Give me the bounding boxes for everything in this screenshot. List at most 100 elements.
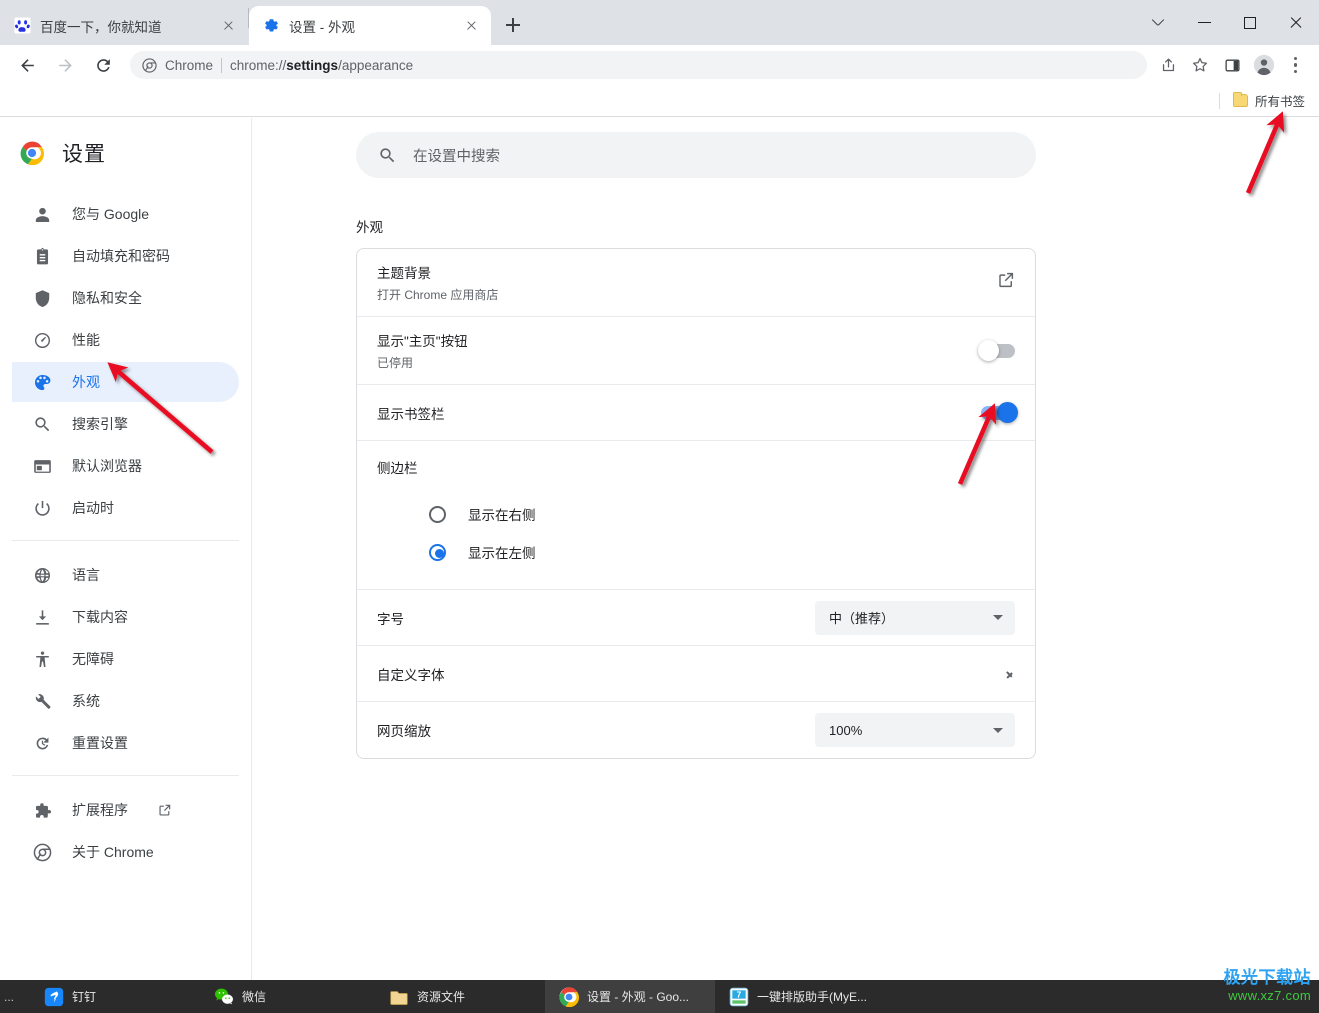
- sidebar-item-autofill-passwords[interactable]: 自动填充和密码: [12, 236, 239, 276]
- back-button[interactable]: [12, 50, 42, 80]
- row-title: 显示"主页"按钮: [377, 334, 468, 349]
- sidebar-item-system[interactable]: 系统: [12, 681, 239, 721]
- close-icon[interactable]: [462, 16, 481, 35]
- maximize-button[interactable]: [1227, 0, 1273, 45]
- side-panel-icon: [1224, 59, 1240, 71]
- sidebar-item-languages[interactable]: 语言: [12, 555, 239, 595]
- font-size-select[interactable]: 中（推荐）: [815, 600, 1015, 635]
- bookmark-button[interactable]: [1185, 50, 1215, 80]
- typesetting-helper-icon: 7: [729, 987, 749, 1007]
- row-show-home-button[interactable]: 显示"主页"按钮 已停用: [357, 317, 1035, 385]
- sidebar-group-primary: 您与 Google 自动填充和密码 隐私和安全 性能 外观 搜索引擎 默认浏览器…: [0, 194, 251, 528]
- address-bar[interactable]: Chrome chrome://settings/appearance: [130, 51, 1147, 79]
- taskbar-overflow[interactable]: ...: [0, 990, 30, 1004]
- taskbar-item-dingtalk[interactable]: 钉钉: [30, 980, 200, 1013]
- url-suffix: /appearance: [338, 57, 414, 73]
- chevron-right-icon[interactable]: [1006, 669, 1015, 678]
- row-subtitle: 已停用: [377, 356, 414, 370]
- profile-button[interactable]: [1249, 50, 1279, 80]
- dingtalk-icon: [44, 987, 64, 1007]
- home-button-toggle[interactable]: [978, 339, 1015, 361]
- folder-icon: [389, 987, 409, 1007]
- svg-text:7: 7: [737, 989, 742, 999]
- minimize-button[interactable]: [1181, 0, 1227, 45]
- radio-show-on-left[interactable]: 显示在左侧: [377, 533, 1015, 571]
- taskbar-item-wechat[interactable]: 微信: [200, 980, 375, 1013]
- page-zoom-select[interactable]: 100%: [815, 713, 1015, 747]
- sidebar-item-extensions[interactable]: 扩展程序: [12, 790, 239, 830]
- search-settings-box[interactable]: 在设置中搜索: [356, 132, 1036, 178]
- share-button[interactable]: [1153, 50, 1183, 80]
- external-link-icon: [158, 803, 172, 817]
- sidebar-item-default-browser[interactable]: 默认浏览器: [12, 446, 239, 486]
- row-subtitle: 打开 Chrome 应用商店: [377, 288, 499, 302]
- chrome-logo-icon: [559, 986, 579, 1007]
- sidebar-item-appearance[interactable]: 外观: [12, 362, 239, 402]
- sidebar-item-on-startup[interactable]: 启动时: [12, 488, 239, 528]
- tab-settings-appearance[interactable]: 设置 - 外观: [249, 6, 491, 45]
- omnibox-divider: [221, 57, 223, 73]
- sidebar-group-secondary: 语言 下载内容 无障碍 系统 重置设置: [0, 555, 251, 763]
- close-icon[interactable]: [219, 16, 238, 35]
- side-panel-group: 侧边栏 显示在右侧 显示在左侧: [357, 441, 1035, 590]
- new-tab-button[interactable]: [497, 9, 529, 41]
- sidebar-item-label: 性能: [72, 332, 100, 348]
- tab-strip: 百度一下，你就知道 设置 - 外观: [0, 0, 1319, 45]
- row-font-size[interactable]: 字号 中（推荐）: [357, 590, 1035, 646]
- sidebar-item-reset-settings[interactable]: 重置设置: [12, 723, 239, 763]
- page-title: 设置: [62, 143, 106, 166]
- row-title: 网页缩放: [377, 724, 431, 739]
- external-link-icon[interactable]: [997, 271, 1015, 294]
- row-customize-fonts[interactable]: 自定义字体: [357, 646, 1035, 702]
- row-title: 字号: [377, 611, 404, 627]
- sidebar-item-you-and-google[interactable]: 您与 Google: [12, 194, 239, 234]
- radio-show-on-right[interactable]: 显示在右侧: [377, 495, 1015, 533]
- row-page-zoom[interactable]: 网页缩放 100%: [357, 702, 1035, 758]
- taskbar-item-chrome[interactable]: 设置 - 外观 - Goo...: [545, 980, 715, 1013]
- sidebar-item-label: 自动填充和密码: [72, 248, 170, 264]
- download-icon: [32, 607, 52, 627]
- row-texts: 显示"主页"按钮 已停用: [377, 317, 468, 384]
- url-prefix: chrome://: [230, 57, 287, 73]
- sidebar-item-privacy-security[interactable]: 隐私和安全: [12, 278, 239, 318]
- sidebar-item-label: 无障碍: [72, 651, 114, 667]
- radio-label: 显示在右侧: [468, 508, 536, 523]
- sidebar-item-search-engine[interactable]: 搜索引擎: [12, 404, 239, 444]
- side-panel-button[interactable]: [1217, 50, 1247, 80]
- sidebar-item-label: 扩展程序: [72, 802, 128, 818]
- sidebar-item-about-chrome[interactable]: 关于 Chrome: [12, 832, 239, 872]
- settings-page: 设置 您与 Google 自动填充和密码 隐私和安全 性能 外观 搜索引擎 默认…: [0, 118, 1319, 980]
- bookmark-star-icon: [1192, 57, 1208, 72]
- tab-baidu[interactable]: 百度一下，你就知道: [0, 6, 248, 45]
- tab-title: 设置 - 外观: [289, 19, 355, 35]
- chrome-outline-icon: [32, 842, 52, 862]
- watermark-url: www.xz7.com: [1228, 988, 1311, 1003]
- row-show-bookmarks-bar[interactable]: 显示书签栏: [357, 385, 1035, 441]
- tab-search-button[interactable]: [1135, 0, 1181, 45]
- baidu-paw-icon: [13, 16, 32, 35]
- reload-icon: [96, 58, 110, 72]
- taskbar-item-label: 资源文件: [417, 990, 466, 1004]
- reload-button[interactable]: [88, 50, 118, 80]
- wrench-icon: [32, 691, 52, 711]
- close-window-button[interactable]: [1273, 0, 1319, 45]
- row-theme[interactable]: 主题背景 打开 Chrome 应用商店: [357, 249, 1035, 317]
- radio-button[interactable]: [429, 543, 446, 561]
- sidebar-item-accessibility[interactable]: 无障碍: [12, 639, 239, 679]
- taskbar-item-resource-files[interactable]: 资源文件: [375, 980, 545, 1013]
- sidebar-item-downloads[interactable]: 下载内容: [12, 597, 239, 637]
- forward-button[interactable]: [50, 50, 80, 80]
- bookmarks-bar-toggle[interactable]: [981, 401, 1018, 423]
- sidebar-divider-1: [12, 540, 239, 541]
- bookmarks-divider: [1218, 92, 1220, 109]
- row-texts: 主题背景 打开 Chrome 应用商店: [377, 249, 498, 316]
- power-icon: [32, 498, 52, 518]
- more-menu-button[interactable]: [1281, 50, 1311, 80]
- radio-button[interactable]: [429, 505, 446, 523]
- all-bookmarks-button[interactable]: 所有书签: [1227, 88, 1311, 113]
- taskbar-item-typesetting-helper[interactable]: 7 一键排版助手(MyE...: [715, 980, 905, 1013]
- sidebar-item-label: 启动时: [72, 500, 114, 516]
- sidebar-item-performance[interactable]: 性能: [12, 320, 239, 360]
- search-input[interactable]: 在设置中搜索: [413, 145, 500, 166]
- url-text: chrome://settings/appearance: [230, 58, 413, 73]
